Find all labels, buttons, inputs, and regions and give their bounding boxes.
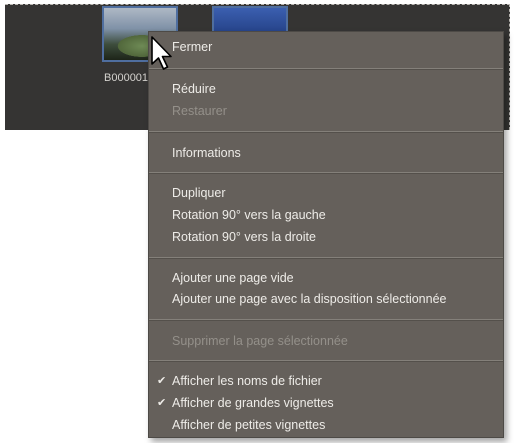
menu-item-rotation-gauche[interactable]: Rotation 90° vers la gauche xyxy=(172,205,326,225)
menu-item-supprimer-page: Supprimer la page sélectionnée xyxy=(172,334,348,348)
menu-separator xyxy=(149,257,503,259)
menu-item-afficher-grandes-vignettes[interactable]: Afficher de grandes vignettes xyxy=(172,393,334,413)
menu-separator xyxy=(149,68,503,70)
menu-item-restaurer: Restaurer xyxy=(172,104,227,118)
menu-separator xyxy=(149,360,503,362)
menu-item-fermer[interactable]: Fermer xyxy=(172,37,212,57)
menu-separator xyxy=(149,319,503,321)
checkmark-icon: ✔ xyxy=(157,375,167,387)
context-menu: Fermer Réduire Restaurer Informations Du… xyxy=(148,31,504,438)
menu-item-ajouter-page-disposition[interactable]: Ajouter une page avec la disposition sél… xyxy=(172,289,447,309)
menu-item-reduire[interactable]: Réduire xyxy=(172,79,216,99)
menu-item-rotation-droite[interactable]: Rotation 90° vers la droite xyxy=(172,227,316,247)
menu-item-afficher-petites-vignettes[interactable]: Afficher de petites vignettes xyxy=(172,415,325,435)
menu-item-dupliquer[interactable]: Dupliquer xyxy=(172,183,226,203)
arrow-cursor-icon xyxy=(151,36,172,70)
menu-separator xyxy=(149,131,503,133)
menu-item-ajouter-page-vide[interactable]: Ajouter une page vide xyxy=(172,268,294,288)
checkmark-icon: ✔ xyxy=(157,397,167,409)
menu-item-informations[interactable]: Informations xyxy=(172,143,241,163)
menu-item-afficher-noms-fichier[interactable]: Afficher les noms de fichier xyxy=(172,371,322,391)
menu-separator xyxy=(149,172,503,174)
